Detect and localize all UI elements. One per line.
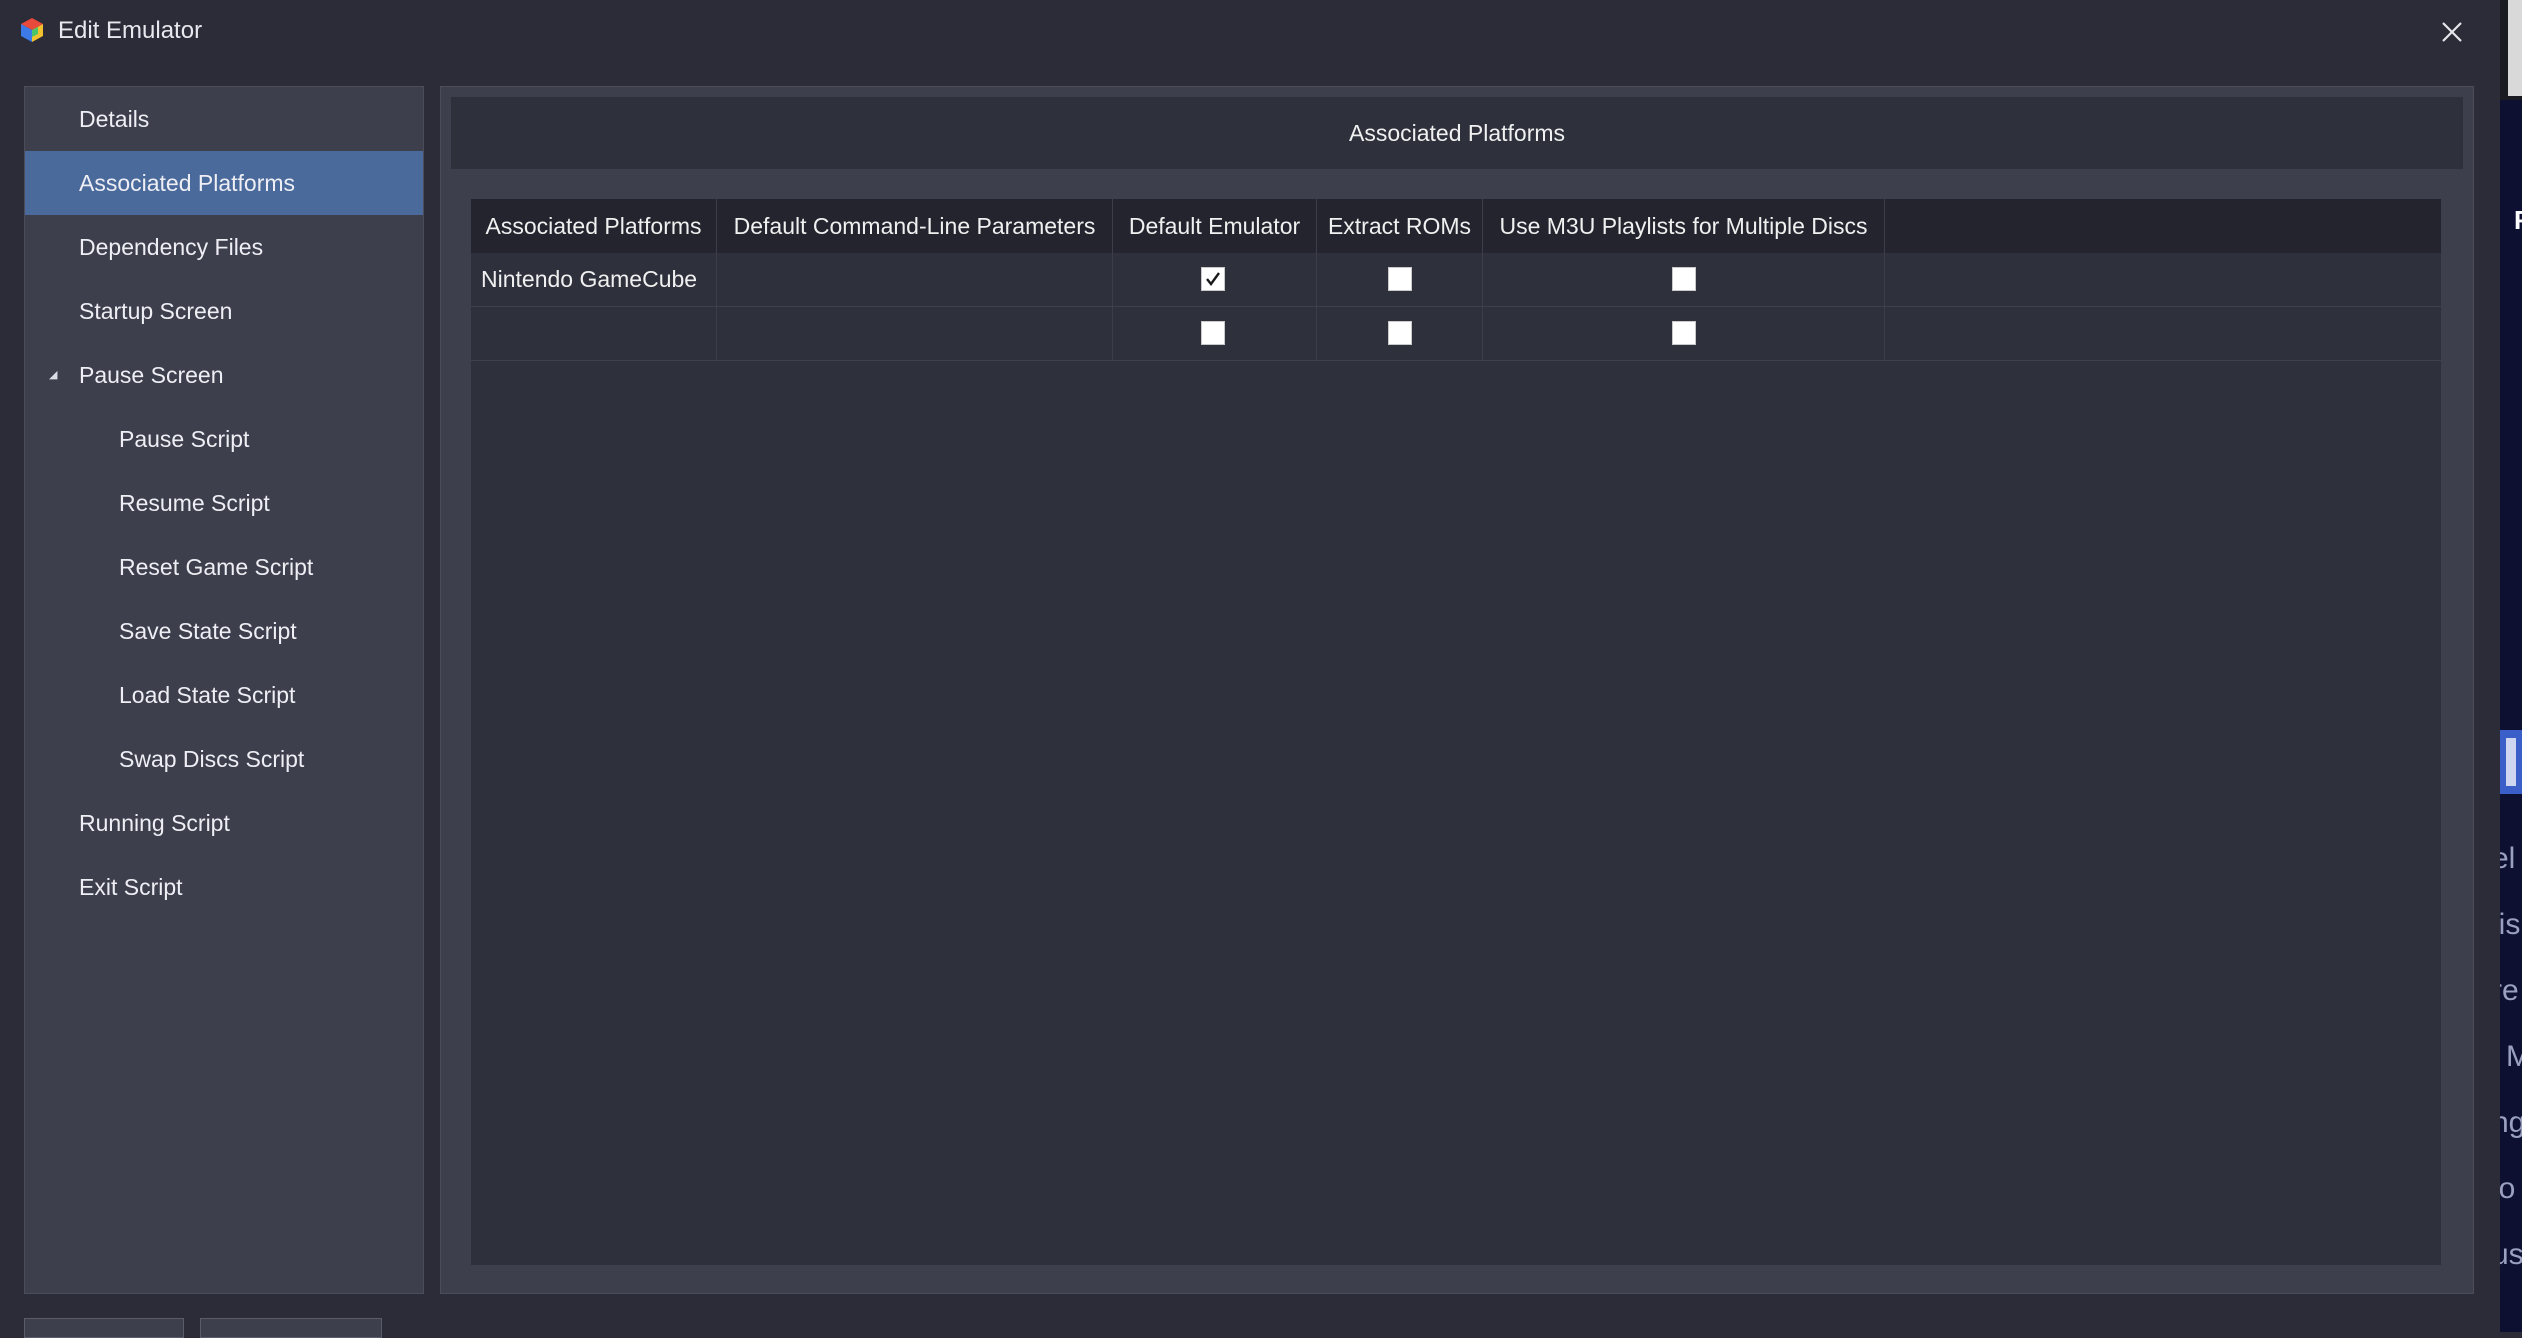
bg-text-fragment: M [2506, 1040, 2522, 1073]
column-header-command-line-parameters[interactable]: Default Command-Line Parameters [717, 199, 1113, 253]
use-m3u-checkbox[interactable] [1672, 321, 1696, 345]
nav-item-label: Pause Screen [79, 362, 224, 388]
bg-text-fragment: re [2500, 974, 2519, 1007]
column-header-default-emulator[interactable]: Default Emulator [1113, 199, 1317, 253]
nav-item-startup-screen[interactable]: Startup Screen [25, 279, 423, 343]
nav-item-label: Running Script [79, 810, 230, 836]
bg-text-fragment: io [2500, 1172, 2516, 1205]
default-emulator-cell [1113, 307, 1317, 360]
nav-item-label: Associated Platforms [79, 170, 296, 196]
window-title: Edit Emulator [58, 17, 203, 44]
bg-text-fragment: us [2500, 1238, 2522, 1271]
nav-item-label: Startup Screen [79, 298, 233, 324]
platforms-grid: Associated Platforms Default Command-Lin… [471, 199, 2441, 1265]
extract-roms-checkbox[interactable] [1388, 321, 1412, 345]
settings-nav: Details Associated Platforms Dependency … [24, 86, 424, 1294]
nav-item-save-state-script[interactable]: Save State Script [25, 599, 423, 663]
platform-cell[interactable]: Nintendo GameCube [471, 253, 717, 306]
bg-text-fragment: lis [2500, 908, 2521, 941]
use-m3u-cell [1483, 307, 1885, 360]
nav-item-label: Exit Script [79, 874, 183, 900]
nav-item-label: Dependency Files [79, 234, 264, 260]
default-emulator-checkbox[interactable] [1201, 267, 1225, 291]
nav-item-resume-script[interactable]: Resume Script [25, 471, 423, 535]
use-m3u-checkbox[interactable] [1672, 267, 1696, 291]
nav-item-exit-script[interactable]: Exit Script [25, 855, 423, 919]
bg-text-fragment: F [2514, 205, 2522, 235]
ok-button[interactable] [24, 1318, 184, 1338]
extract-roms-cell [1317, 307, 1483, 360]
nav-item-label: Resume Script [119, 490, 270, 516]
nav-item-label: Details [79, 106, 150, 132]
platform-cell[interactable] [471, 307, 717, 360]
command-line-parameters-cell[interactable] [717, 253, 1113, 306]
close-icon [2442, 22, 2462, 42]
default-emulator-cell [1113, 253, 1317, 306]
nav-item-reset-game-script[interactable]: Reset Game Script [25, 535, 423, 599]
nav-item-running-script[interactable]: Running Script [25, 791, 423, 855]
nav-item-label: Reset Game Script [119, 554, 314, 580]
associated-platforms-panel: Associated Platforms Associated Platform… [440, 86, 2474, 1294]
expand-triangle-icon[interactable]: ◢ [49, 343, 57, 407]
table-row[interactable]: Nintendo GameCube [471, 253, 2441, 307]
nav-item-swap-discs-script[interactable]: Swap Discs Script [25, 727, 423, 791]
bg-text-fragment: ng [2500, 1106, 2522, 1139]
nav-item-dependency-files[interactable]: Dependency Files [25, 215, 423, 279]
extract-roms-checkbox[interactable] [1388, 267, 1412, 291]
table-row[interactable] [471, 307, 2441, 361]
column-header-filler [1885, 199, 2441, 253]
cancel-button[interactable] [200, 1318, 382, 1338]
command-line-parameters-cell[interactable] [717, 307, 1113, 360]
bg-text-fragment: el [2500, 842, 2516, 875]
nav-item-label: Load State Script [119, 682, 296, 708]
app-icon [21, 18, 43, 42]
panel-title: Associated Platforms [1348, 120, 1566, 146]
nav-item-associated-platforms[interactable]: Associated Platforms [25, 151, 423, 215]
use-m3u-cell [1483, 253, 1885, 306]
column-header-use-m3u-playlists[interactable]: Use M3U Playlists for Multiple Discs [1483, 199, 1885, 253]
nav-item-pause-screen[interactable]: ◢ Pause Screen [25, 343, 423, 407]
background-window-edge: F el lis re M ng io us [2500, 0, 2522, 1332]
column-header-associated-platforms[interactable]: Associated Platforms [471, 199, 717, 253]
nav-item-label: Pause Script [119, 426, 250, 452]
extract-roms-cell [1317, 253, 1483, 306]
panel-header: Associated Platforms [451, 97, 2463, 169]
title-bar: Edit Emulator [0, 0, 2500, 64]
column-header-extract-roms[interactable]: Extract ROMs [1317, 199, 1483, 253]
nav-item-details[interactable]: Details [25, 87, 423, 151]
checkmark-icon [1206, 272, 1220, 286]
nav-item-load-state-script[interactable]: Load State Script [25, 663, 423, 727]
nav-item-label: Swap Discs Script [119, 746, 305, 772]
default-emulator-checkbox[interactable] [1201, 321, 1225, 345]
nav-item-label: Save State Script [119, 618, 297, 644]
nav-item-pause-script[interactable]: Pause Script [25, 407, 423, 471]
close-button[interactable] [2432, 12, 2472, 52]
